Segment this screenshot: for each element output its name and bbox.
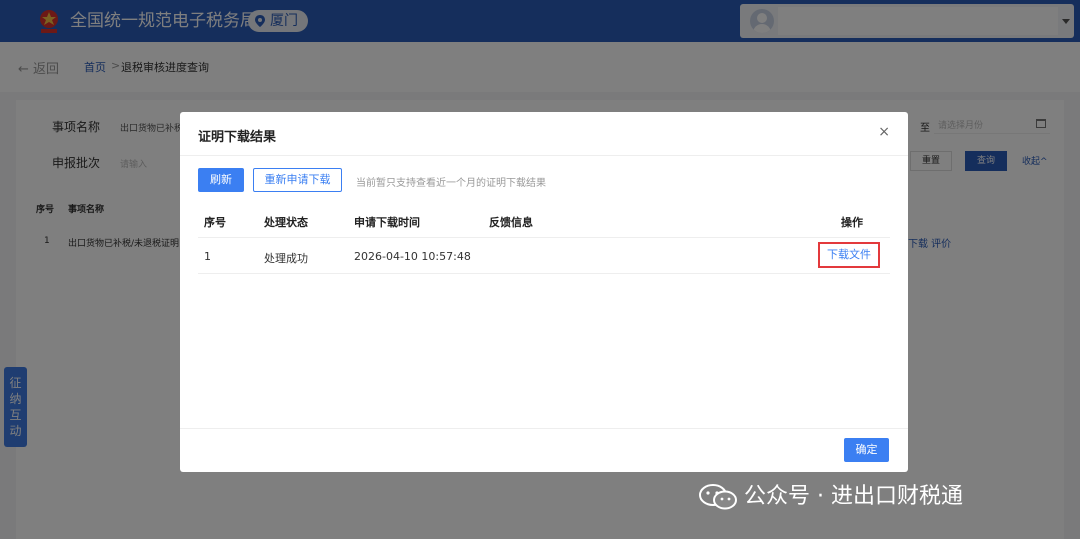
dialog-header: 证明下载结果 × xyxy=(180,112,908,156)
dialog-title: 证明下载结果 xyxy=(198,130,277,145)
col-action: 操作 xyxy=(841,216,863,229)
col-feedback: 反馈信息 xyxy=(489,216,533,229)
table-row: 1 处理成功 2026-04-10 10:57:48 下载文件 xyxy=(198,238,890,274)
close-icon[interactable]: × xyxy=(878,124,890,140)
watermark-text: 公众号 · 进出口财税通 xyxy=(744,484,963,509)
certificate-download-dialog: 证明下载结果 × 刷新 重新申请下载 当前暂只支持查看近一个月的证明下载结果 序… xyxy=(180,112,908,472)
row-index: 1 xyxy=(204,250,211,263)
wechat-icon xyxy=(699,484,737,510)
confirm-button[interactable]: 确定 xyxy=(844,438,889,462)
row-time: 2026-04-10 10:57:48 xyxy=(354,250,471,263)
watermark: 公众号 · 进出口财税通 xyxy=(698,480,963,514)
col-apply-time: 申请下载时间 xyxy=(354,216,420,229)
result-table-header: 序号 处理状态 申请下载时间 反馈信息 操作 xyxy=(198,205,890,238)
refresh-button[interactable]: 刷新 xyxy=(198,168,244,192)
col-index: 序号 xyxy=(204,216,226,229)
row-status: 处理成功 xyxy=(264,252,308,265)
download-file-link[interactable]: 下载文件 xyxy=(818,242,880,268)
dialog-footer-divider xyxy=(180,428,908,429)
dialog-hint: 当前暂只支持查看近一个月的证明下载结果 xyxy=(356,178,546,189)
reapply-download-button[interactable]: 重新申请下载 xyxy=(253,168,342,192)
col-status: 处理状态 xyxy=(264,216,308,229)
